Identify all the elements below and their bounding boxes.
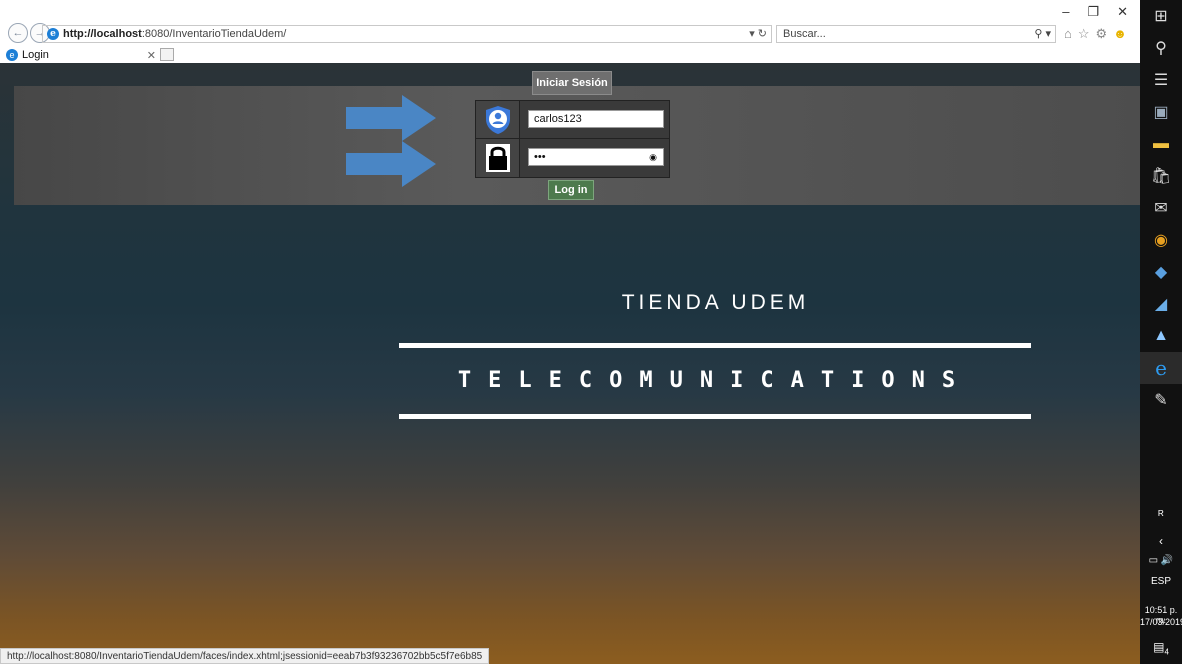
- arrow-icon: [346, 95, 436, 141]
- browser-chrome: – ❐ ✕ ← → e http://localhost:8080/Invent…: [0, 0, 1140, 63]
- divider-bottom: [399, 414, 1031, 419]
- notification-center-icon[interactable]: ▤4: [1140, 640, 1182, 656]
- close-window-button[interactable]: ✕: [1117, 4, 1128, 20]
- home-icon[interactable]: ⌂: [1064, 26, 1072, 42]
- settings-gear-icon[interactable]: ⚙: [1096, 26, 1108, 42]
- password-row: ••• ◉: [476, 139, 669, 177]
- username-field[interactable]: carlos123: [528, 110, 664, 128]
- language-indicator[interactable]: ESP: [1140, 576, 1182, 587]
- search-icon[interactable]: ⚲ ▾: [1034, 27, 1051, 40]
- search-placeholder: Buscar...: [783, 28, 826, 40]
- login-form: carlos123 ••• ◉: [475, 100, 670, 178]
- refresh-icon[interactable]: ▾ ↻: [749, 27, 767, 40]
- status-bar: http://localhost:8080/InventarioTiendaUd…: [0, 648, 490, 664]
- clock-date[interactable]: 17/03/2019: [1140, 617, 1182, 627]
- people-icon[interactable]: ᴿ: [1140, 508, 1182, 522]
- reveal-password-icon[interactable]: ◉: [649, 152, 657, 163]
- window-controls: – ❐ ✕: [1062, 4, 1128, 20]
- brand-title: TIENDA UDEM: [621, 291, 810, 314]
- explorer-icon[interactable]: ▣: [1140, 96, 1182, 128]
- back-arrow-icon: ←: [12, 27, 24, 39]
- password-dots: •••: [534, 151, 546, 163]
- windows-start-icon[interactable]: ⊞: [1140, 0, 1182, 32]
- network-volume-icon[interactable]: ▭ 🔊: [1140, 555, 1182, 566]
- arrow-icon: [346, 141, 436, 187]
- ie-favicon-icon: e: [47, 28, 59, 40]
- page-content: Iniciar Sesión carlos123 ••• ◉ Log in TI…: [0, 63, 1140, 664]
- url-path: :8080/InventarioTiendaUdem/: [141, 28, 287, 40]
- lock-icon: [476, 139, 520, 177]
- password-field[interactable]: ••• ◉: [528, 148, 664, 166]
- search-icon[interactable]: ⚲: [1140, 32, 1182, 64]
- remote-icon[interactable]: ▲: [1140, 320, 1182, 352]
- internet-explorer-icon[interactable]: e: [1140, 352, 1182, 384]
- chevron-left-icon[interactable]: ‹: [1140, 534, 1182, 548]
- minimize-button[interactable]: –: [1062, 4, 1069, 20]
- store-icon[interactable]: 🛍: [1140, 160, 1182, 192]
- chrome-icon[interactable]: ◉: [1140, 224, 1182, 256]
- url-text: http://localhost:8080/InventarioTiendaUd…: [63, 28, 286, 40]
- search-input[interactable]: Buscar... ⚲ ▾: [776, 25, 1056, 43]
- taskbar: ⊞ ⚲ ☰ ▣ ▬ 🛍 ✉ ◉ ◆ ◢ ▲ e ✎ ᴿ ‹ ▭ 🔊 ESP 10…: [1140, 0, 1182, 664]
- browser-tools: ⌂ ☆ ⚙ ☻: [1064, 26, 1127, 42]
- tab-login[interactable]: e Login ✕: [6, 47, 156, 63]
- user-shield-icon: [476, 101, 520, 138]
- subtitle: TELECOMUNICATIONS: [457, 368, 973, 393]
- iniciar-sesion-button[interactable]: Iniciar Sesión: [532, 71, 612, 95]
- task-view-icon[interactable]: ☰: [1140, 64, 1182, 96]
- file-manager-icon[interactable]: ▬: [1140, 128, 1182, 160]
- new-tab-button[interactable]: [160, 48, 174, 61]
- paint-icon[interactable]: ✎: [1140, 384, 1182, 416]
- login-button[interactable]: Log in: [548, 180, 594, 200]
- app-cube-icon[interactable]: ◆: [1140, 256, 1182, 288]
- url-host: http://localhost: [63, 28, 142, 40]
- favorites-star-icon[interactable]: ☆: [1078, 26, 1090, 42]
- username-row: carlos123: [476, 101, 669, 139]
- restore-button[interactable]: ❐: [1087, 4, 1099, 20]
- divider-top: [399, 343, 1031, 348]
- notification-count: 4: [1164, 647, 1169, 657]
- tab-close-icon[interactable]: ✕: [147, 49, 156, 62]
- tab-title: Login: [22, 49, 49, 61]
- app-blue-icon[interactable]: ◢: [1140, 288, 1182, 320]
- feedback-smiley-icon[interactable]: ☻: [1113, 26, 1127, 42]
- address-bar[interactable]: e http://localhost:8080/InventarioTienda…: [42, 25, 772, 43]
- mail-icon[interactable]: ✉: [1140, 192, 1182, 224]
- ie-tab-icon: e: [6, 49, 18, 61]
- back-button[interactable]: ←: [8, 23, 28, 43]
